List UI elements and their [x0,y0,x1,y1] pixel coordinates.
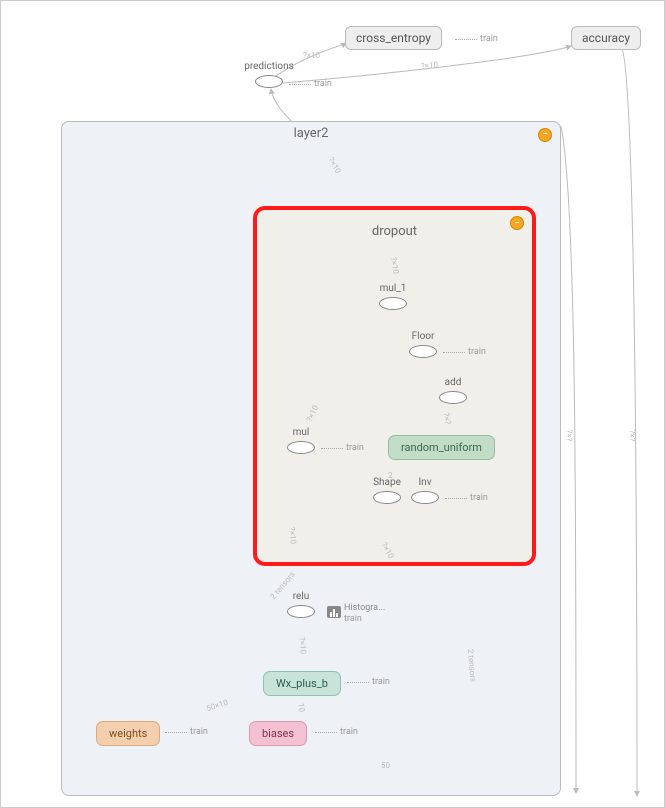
node-relu[interactable]: relu [287,605,315,618]
train-label: train [372,677,390,687]
train-link-floor[interactable]: train [443,347,486,357]
train-link-mul[interactable]: train [321,443,364,453]
node-inv[interactable]: Inv [411,491,439,504]
node-label: cross_entropy [356,31,431,45]
op-ellipse-icon [409,345,437,358]
group-title: dropout [257,224,532,239]
train-link-cross-entropy[interactable]: train [455,34,498,44]
node-mul-1[interactable]: mul_1 [379,297,407,310]
node-label: mul [293,427,310,438]
node-label: weights [109,727,147,740]
op-ellipse-icon [379,297,407,310]
edge-label: ?×? [627,430,636,442]
group-title: layer2 [62,126,560,141]
op-ellipse-icon [287,441,315,454]
node-label: accuracy [582,31,630,45]
edge-label: 10 [296,702,306,712]
train-label: train [314,79,332,89]
train-label: train [190,727,208,737]
train-label: train [340,727,358,737]
train-label: train [470,493,488,503]
node-label: add [445,377,462,388]
edge-label: ?×10 [287,527,297,545]
histogram-label: Histogra... [344,603,385,613]
op-ellipse-icon [411,491,439,504]
histogram-icon[interactable] [327,606,341,618]
node-mul[interactable]: mul [287,441,315,454]
node-shape[interactable]: Shape [373,491,401,504]
op-ellipse-icon [287,605,315,618]
node-label: Shape [373,477,401,488]
node-floor[interactable]: Floor [409,345,437,358]
edge-label: 50 [381,761,390,770]
node-label: Floor [412,331,435,342]
op-ellipse-icon [439,391,467,404]
node-accuracy[interactable]: accuracy [571,26,641,50]
node-label: biases [262,727,294,740]
node-add[interactable]: add [439,391,467,404]
node-predictions[interactable]: predictions [255,75,283,88]
node-cross-entropy[interactable]: cross_entropy [345,26,442,50]
train-label: train [346,443,364,453]
op-ellipse-icon [255,75,283,88]
edge-label: ?×10 [297,637,307,655]
train-link-predictions[interactable]: train [289,79,332,89]
op-ellipse-icon [373,491,401,504]
collapse-icon[interactable]: − [510,216,524,230]
train-label: train [480,34,498,44]
node-wx-plus-b[interactable]: Wx_plus_b [263,671,341,696]
tensorboard-graph-canvas: cross_entropy accuracy train predictions… [0,0,665,808]
train-link-weights[interactable]: train [165,727,208,737]
edge-label: ?×? [564,430,573,442]
node-label: Inv [418,477,431,488]
train-label: train [468,347,486,357]
node-weights[interactable]: weights [96,721,160,746]
train-link-biases[interactable]: train [315,727,358,737]
node-label: predictions [244,61,294,72]
node-biases[interactable]: biases [249,721,307,746]
node-label: Wx_plus_b [276,677,328,690]
train-label: train [344,614,362,624]
collapse-icon[interactable]: − [538,128,552,142]
edge-label: ?×10 [421,60,439,70]
node-label: relu [293,591,310,602]
edge-label: ?×10 [303,51,320,60]
edge-label: 2 [388,471,393,480]
train-link-wx[interactable]: train [347,677,390,687]
node-label: random_uniform [401,441,482,454]
edge-label: ?×? [441,412,452,425]
node-random-uniform[interactable]: random_uniform [388,435,495,460]
train-link-inv[interactable]: train [445,493,488,503]
node-label: mul_1 [380,283,407,294]
